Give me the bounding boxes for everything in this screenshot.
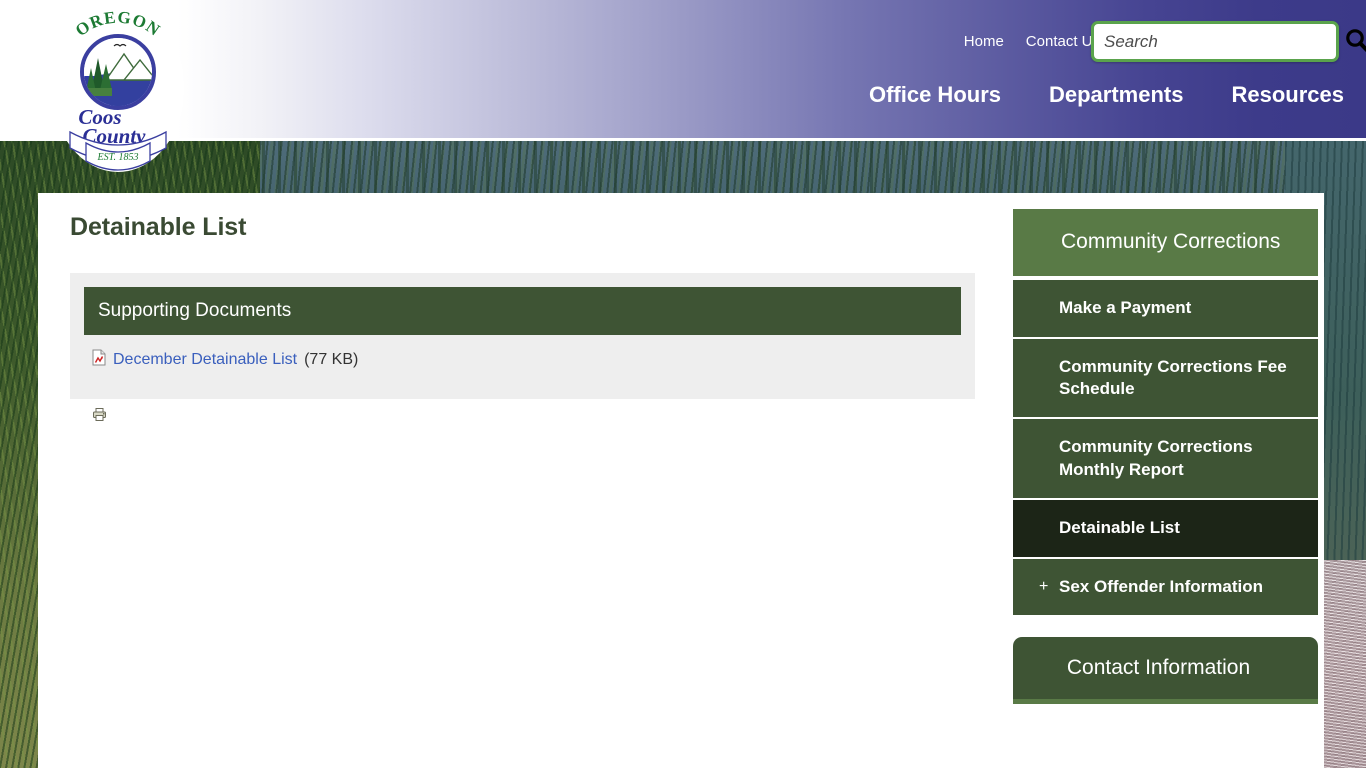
sidebar-section-community-corrections: Community Corrections Make a Payment Com… <box>1013 209 1318 616</box>
search-submit-button[interactable] <box>1338 24 1366 59</box>
print-bar <box>70 399 1005 427</box>
printer-icon <box>92 408 107 426</box>
sidebar-item-label: Detainable List <box>1059 518 1180 538</box>
sidebar-menu: Make a Payment Community Corrections Fee… <box>1013 280 1318 616</box>
site-logo[interactable]: OREGON Coos County EST. 1853 <box>48 2 188 174</box>
contact-information-title: Contact Information <box>1013 637 1318 705</box>
document-size: (77 KB) <box>304 351 359 368</box>
header-divider <box>0 138 1366 141</box>
sidebar-item-label: Community Corrections Monthly Report <box>1059 437 1253 479</box>
document-list: December Detainable List (77 KB) <box>84 335 961 371</box>
sidebar-item-make-a-payment[interactable]: Make a Payment <box>1013 280 1318 339</box>
nav-departments[interactable]: Departments <box>1049 82 1183 108</box>
expand-plus-icon[interactable]: + <box>1039 576 1048 597</box>
nav-contact-us[interactable]: Contact Us <box>1026 33 1100 50</box>
nav-office-hours[interactable]: Office Hours <box>869 82 1001 108</box>
sidebar-section-contact-information: Contact Information <box>1013 637 1318 705</box>
sidebar-section-title: Community Corrections <box>1013 209 1318 277</box>
sidebar: Community Corrections Make a Payment Com… <box>1013 209 1318 714</box>
search-box <box>1091 21 1366 62</box>
utility-nav: Home Contact Us <box>964 33 1100 50</box>
search-icon <box>1344 27 1366 56</box>
sidebar-item-sex-offender-information[interactable]: + Sex Offender Information <box>1013 558 1318 616</box>
main-column: Detainable List Supporting Documents Dec… <box>70 213 1005 427</box>
nav-resources[interactable]: Resources <box>1231 82 1344 108</box>
site-header: Home Contact Us Office Hours Departments… <box>0 0 1366 138</box>
supporting-documents-panel: Supporting Documents December Detainable… <box>70 273 975 399</box>
main-nav: Office Hours Departments Resources <box>869 82 1344 108</box>
sidebar-item-community-corrections-fee-schedule[interactable]: Community Corrections Fee Schedule <box>1013 338 1318 420</box>
print-button[interactable] <box>92 408 107 426</box>
page-title: Detainable List <box>70 213 247 241</box>
pdf-file-icon <box>92 349 106 371</box>
search-input[interactable] <box>1094 24 1338 59</box>
sidebar-item-detainable-list[interactable]: Detainable List <box>1013 500 1318 559</box>
sidebar-item-label: Sex Offender Information <box>1059 576 1264 596</box>
content-shell: Detainable List Supporting Documents Dec… <box>38 193 1324 768</box>
document-link[interactable]: December Detainable List <box>113 351 297 369</box>
list-item: December Detainable List (77 KB) <box>84 335 961 371</box>
supporting-documents-header: Supporting Documents <box>84 287 961 335</box>
nav-home[interactable]: Home <box>964 33 1004 50</box>
sidebar-item-label: Make a Payment <box>1059 298 1192 318</box>
sidebar-item-label: Community Corrections Fee Schedule <box>1059 356 1287 399</box>
logo-banner-text: EST. 1853 <box>97 152 139 163</box>
sidebar-item-community-corrections-monthly-report[interactable]: Community Corrections Monthly Report <box>1013 419 1318 501</box>
